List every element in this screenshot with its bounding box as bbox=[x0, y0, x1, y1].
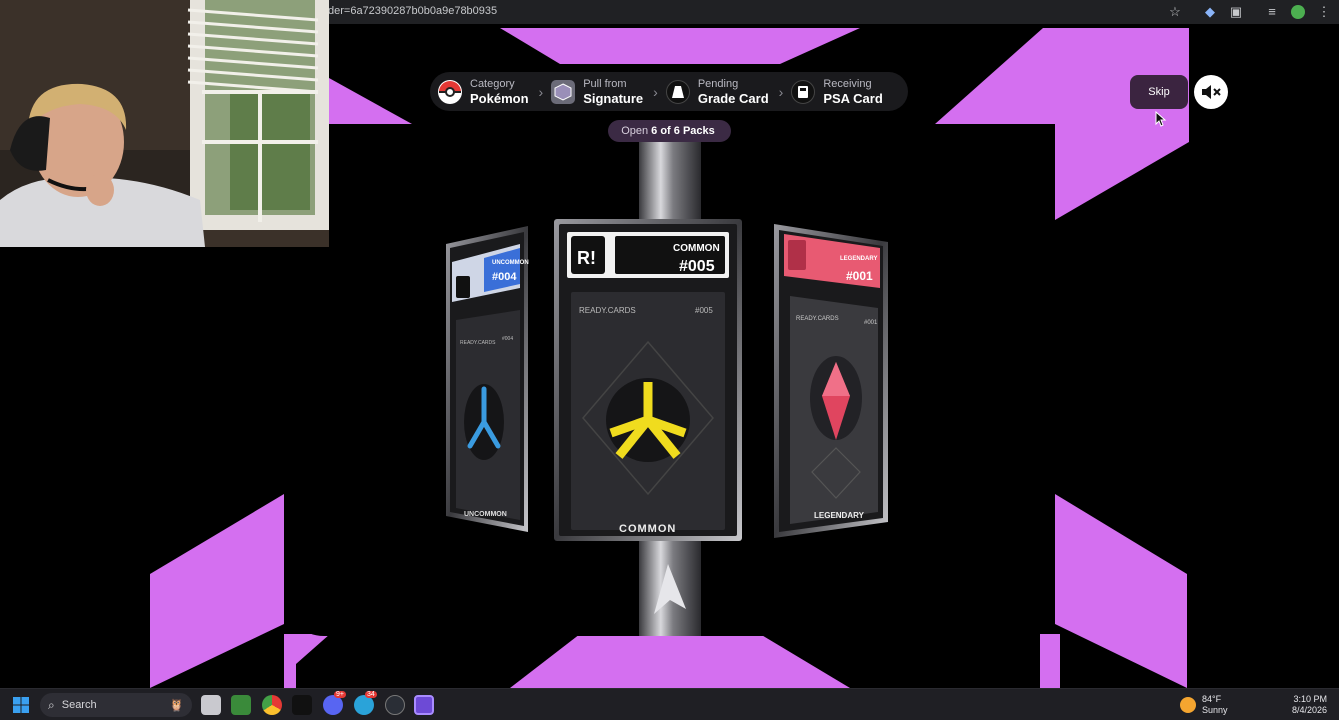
store-icon[interactable] bbox=[231, 695, 251, 715]
weather-widget[interactable]: 84°F Sunny bbox=[1180, 694, 1228, 716]
step-label: Pending bbox=[697, 77, 739, 90]
media-control-icon[interactable]: ≡ bbox=[1264, 4, 1280, 20]
packs-prefix: Open bbox=[621, 125, 649, 137]
svg-text:#004: #004 bbox=[502, 336, 513, 342]
telegram-badge: 34 bbox=[365, 691, 377, 698]
card-uncommon[interactable]: UNCOMMON #004 READY.CARDS #004 UNCOMMON bbox=[444, 224, 530, 534]
right-card-number: #001 bbox=[846, 269, 873, 283]
card-common[interactable]: R! COMMON #005 READY.CARDS #005 COMMON bbox=[553, 218, 743, 542]
packs-count: 6 of 6 Packs bbox=[651, 125, 715, 137]
taskbar-clock[interactable]: 3:10 PM 8/4/2026 bbox=[1292, 694, 1327, 716]
packs-counter: Open 6 of 6 Packs bbox=[608, 120, 731, 142]
webcam-feed bbox=[0, 0, 329, 247]
center-card-grade: COMMON bbox=[673, 243, 720, 254]
center-card-rarity: COMMON bbox=[619, 523, 676, 535]
signature-pack-icon bbox=[551, 79, 576, 104]
left-card-brand: READY.CARDS bbox=[460, 340, 496, 346]
puzzle-extensions-icon[interactable]: ▣ bbox=[1228, 4, 1244, 20]
active-app-icon[interactable] bbox=[414, 695, 434, 715]
step-value: Signature bbox=[583, 90, 644, 106]
svg-text:#001: #001 bbox=[864, 320, 878, 326]
windows-start-icon[interactable] bbox=[13, 697, 29, 713]
step-pending: Pending Grade Card › bbox=[665, 77, 784, 106]
screen: der=6a72390287b0b0a9e78b0935 ☆ ◆ ▣ ≡ ⋮ U… bbox=[0, 0, 1339, 720]
taskbar-search-placeholder: Search bbox=[61, 699, 97, 711]
step-receiving: Receiving PSA Card bbox=[791, 77, 883, 106]
skip-button[interactable]: Skip bbox=[1130, 75, 1188, 109]
chevron-right-icon: › bbox=[538, 83, 544, 100]
left-card-number: #004 bbox=[492, 271, 517, 283]
discord-badge: 9+ bbox=[334, 691, 346, 698]
center-card-logo: R! bbox=[577, 248, 596, 268]
profile-avatar-icon[interactable] bbox=[1290, 4, 1306, 20]
sun-icon bbox=[1180, 697, 1196, 713]
card-legendary[interactable]: LEGENDARY #001 READY.CARDS #001 LEGENDAR… bbox=[770, 222, 892, 540]
right-card-brand: READY.CARDS bbox=[796, 316, 839, 322]
search-icon: ⌕ bbox=[48, 697, 55, 712]
step-label: Category bbox=[470, 77, 515, 90]
chevron-right-icon: › bbox=[778, 83, 784, 100]
mouse-cursor-icon bbox=[1155, 111, 1167, 127]
center-card-number: #005 bbox=[679, 258, 715, 275]
right-card-rarity: LEGENDARY bbox=[814, 511, 865, 520]
step-label: Pull from bbox=[583, 77, 627, 90]
search-highlight-icon: 🦉 bbox=[169, 698, 184, 712]
left-card-rarity: UNCOMMON bbox=[464, 511, 507, 518]
steam-icon[interactable] bbox=[385, 695, 405, 715]
bookmark-star-icon[interactable]: ☆ bbox=[1167, 4, 1183, 20]
clock-time: 3:10 PM bbox=[1293, 694, 1327, 704]
weather-temp: 84°F bbox=[1202, 694, 1222, 704]
chevron-right-icon: › bbox=[653, 83, 658, 100]
telegram-icon[interactable] bbox=[354, 695, 374, 715]
game-app-icon[interactable] bbox=[292, 695, 312, 715]
psa-card-icon bbox=[791, 79, 816, 104]
weather-desc: Sunny bbox=[1202, 705, 1228, 715]
svg-text:#005: #005 bbox=[695, 306, 713, 315]
mute-button[interactable] bbox=[1194, 75, 1228, 109]
clock-date: 8/4/2026 bbox=[1291, 705, 1327, 715]
pokeball-icon bbox=[438, 79, 462, 104]
step-pull-from: Pull from Signature › bbox=[551, 77, 658, 106]
left-card-grade: UNCOMMON bbox=[492, 260, 529, 266]
center-card-brand: READY.CARDS bbox=[579, 306, 636, 315]
address-bar-text[interactable]: der=6a72390287b0b0a9e78b0935 bbox=[328, 5, 497, 17]
grade-card-icon bbox=[665, 79, 690, 104]
progress-steps: Category Pokémon › Pull from Signature › bbox=[430, 72, 908, 111]
browser-menu-icon[interactable]: ⋮ bbox=[1316, 4, 1332, 20]
speaker-muted-icon bbox=[1202, 85, 1221, 99]
webcam-overlay bbox=[0, 0, 329, 247]
chrome-icon[interactable] bbox=[262, 695, 282, 715]
discord-icon[interactable] bbox=[323, 695, 343, 715]
step-value: Pokémon bbox=[470, 90, 529, 106]
right-card-grade: LEGENDARY bbox=[840, 256, 877, 262]
step-value: Grade Card bbox=[697, 90, 769, 106]
step-value: PSA Card bbox=[823, 90, 883, 106]
windows-taskbar: ⌕ Search 🦉 9+ 34 84°F Sunny 3:10 PM 8/4/… bbox=[0, 688, 1339, 720]
step-label: Receiving bbox=[823, 77, 872, 90]
step-category: Category Pokémon › bbox=[438, 77, 544, 106]
file-explorer-icon[interactable] bbox=[201, 695, 221, 715]
taskbar-search[interactable]: ⌕ Search 🦉 bbox=[40, 693, 192, 717]
extension-icon[interactable]: ◆ bbox=[1202, 4, 1218, 20]
